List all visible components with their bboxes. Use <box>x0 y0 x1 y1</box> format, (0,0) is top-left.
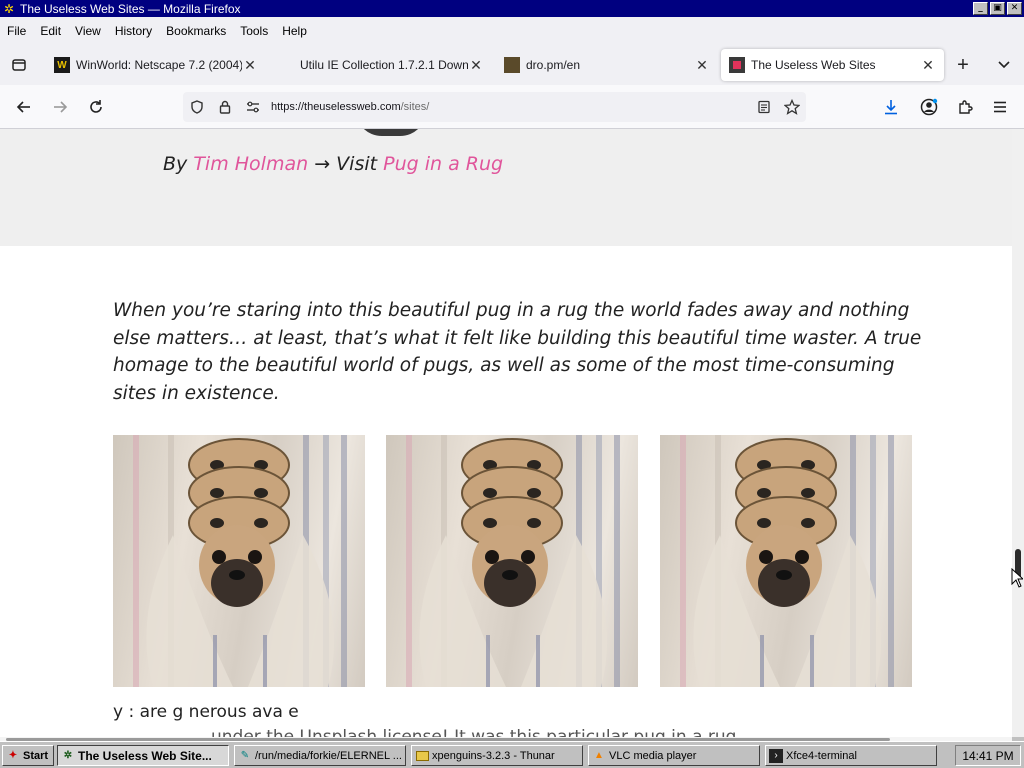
tab-useless-web[interactable]: The Useless Web Sites ✕ <box>721 49 944 81</box>
mouse-cursor-icon <box>1011 568 1023 588</box>
taskbar-item-vlc[interactable]: ▲ VLC media player <box>588 745 760 766</box>
close-tab-icon[interactable]: ✕ <box>468 57 484 74</box>
reload-button[interactable] <box>84 95 108 119</box>
address-bar[interactable]: https://theuselessweb.com/sites/ <box>183 92 806 122</box>
firefox-view-button[interactable] <box>8 54 30 76</box>
close-tab-icon[interactable]: ✕ <box>694 57 710 74</box>
navigation-toolbar: https://theuselessweb.com/sites/ <box>0 85 1024 129</box>
start-icon: ✦ <box>8 750 18 761</box>
back-button[interactable] <box>12 95 36 119</box>
hamburger-menu-icon <box>994 101 1006 113</box>
tab-dro[interactable]: dro.pm/en ✕ <box>496 49 718 81</box>
menu-view[interactable]: View <box>75 24 101 38</box>
pug-image <box>386 435 638 687</box>
partial-text-line: under the Unsplash license! It was this … <box>211 727 737 737</box>
firefox-icon: ✲ <box>63 750 73 761</box>
menu-file[interactable]: File <box>7 24 26 38</box>
menu-bar: File Edit View History Bookmarks Tools H… <box>0 17 1024 44</box>
app-menu-button[interactable] <box>988 95 1012 119</box>
close-tab-icon[interactable]: ✕ <box>242 57 258 74</box>
forward-button[interactable] <box>48 95 72 119</box>
menu-help[interactable]: Help <box>282 24 307 38</box>
account-icon <box>920 98 938 116</box>
menu-history[interactable]: History <box>115 24 152 38</box>
clock[interactable]: 14:41 PM <box>955 745 1021 766</box>
useless-web-icon <box>729 57 745 73</box>
taskbar-item-firefox[interactable]: ✲ The Useless Web Site... <box>57 745 229 766</box>
dro-icon <box>504 57 520 73</box>
menu-edit[interactable]: Edit <box>40 24 61 38</box>
site-link[interactable]: Pug in a Rug <box>383 153 503 175</box>
firefox-icon: ✲ <box>3 1 15 16</box>
tab-utilu[interactable]: Utilu IE Collection 1.7.2.1 Downloac ✕ <box>270 49 492 81</box>
reload-icon <box>90 100 102 113</box>
partial-text-line: y : are g nerous ava e <box>113 702 299 722</box>
taskbar-item-editor[interactable]: ✎ /run/media/forkie/ELERNEL ... <box>234 745 406 766</box>
puzzle-icon <box>959 100 973 114</box>
downloads-button[interactable] <box>879 95 903 119</box>
arrow-right-icon <box>54 101 68 113</box>
chevron-down-icon <box>998 61 1010 69</box>
utilu-icon <box>278 57 294 73</box>
menu-bookmarks[interactable]: Bookmarks <box>166 24 226 38</box>
window-title-bar[interactable]: ✲ The Useless Web Sites — Mozilla Firefo… <box>0 0 1024 17</box>
minimize-button[interactable]: _ <box>973 2 988 15</box>
page-content[interactable]: By Tim Holman → Visit Pug in a Rug When … <box>0 129 1012 737</box>
list-all-tabs-button[interactable] <box>993 54 1015 76</box>
start-button[interactable]: ✦ Start <box>2 745 54 766</box>
taskbar-item-thunar[interactable]: xpenguins-3.2.3 - Thunar <box>411 745 583 766</box>
close-tab-icon[interactable]: ✕ <box>920 57 936 74</box>
maximize-button[interactable]: ▣ <box>990 2 1005 15</box>
vlc-icon: ▲ <box>594 750 604 761</box>
reader-view-icon[interactable] <box>750 92 778 122</box>
close-window-button[interactable]: ✕ <box>1007 2 1022 15</box>
author-link[interactable]: Tim Holman <box>193 153 308 175</box>
terminal-icon: › <box>769 748 783 763</box>
arrow-left-icon <box>16 101 30 113</box>
site-image-edge <box>355 129 427 136</box>
menu-tools[interactable]: Tools <box>240 24 268 38</box>
download-icon <box>885 100 897 115</box>
firefox-view-icon <box>12 59 26 71</box>
tab-winworld[interactable]: W WinWorld: Netscape 7.2 (2004) (IS ✕ <box>46 49 266 81</box>
site-header-section: By Tim Holman → Visit Pug in a Rug <box>0 129 1012 246</box>
site-description: When you’re staring into this beautiful … <box>113 300 922 404</box>
bookmark-star-icon[interactable] <box>778 92 806 122</box>
extensions-button[interactable] <box>953 95 977 119</box>
pug-image <box>113 435 365 687</box>
editor-icon: ✎ <box>240 750 250 761</box>
taskbar-item-terminal[interactable]: › Xfce4-terminal <box>765 745 937 766</box>
vertical-scrollbar[interactable] <box>1012 129 1024 737</box>
window-title: The Useless Web Sites — Mozilla Firefox <box>20 1 241 16</box>
new-tab-button[interactable]: + <box>952 54 974 76</box>
lock-icon[interactable] <box>211 92 239 122</box>
permissions-icon[interactable] <box>239 92 267 122</box>
folder-icon <box>415 749 429 763</box>
byline: By Tim Holman → Visit Pug in a Rug <box>163 153 504 175</box>
url-text[interactable]: https://theuselessweb.com/sites/ <box>271 101 750 113</box>
account-button[interactable] <box>917 95 941 119</box>
tab-bar: W WinWorld: Netscape 7.2 (2004) (IS ✕ Ut… <box>0 44 1024 85</box>
shield-icon[interactable] <box>183 92 211 122</box>
winworld-icon: W <box>54 57 70 73</box>
pug-image <box>660 435 912 687</box>
taskbar: ✦ Start ✲ The Useless Web Site... ✎ /run… <box>0 741 1024 768</box>
